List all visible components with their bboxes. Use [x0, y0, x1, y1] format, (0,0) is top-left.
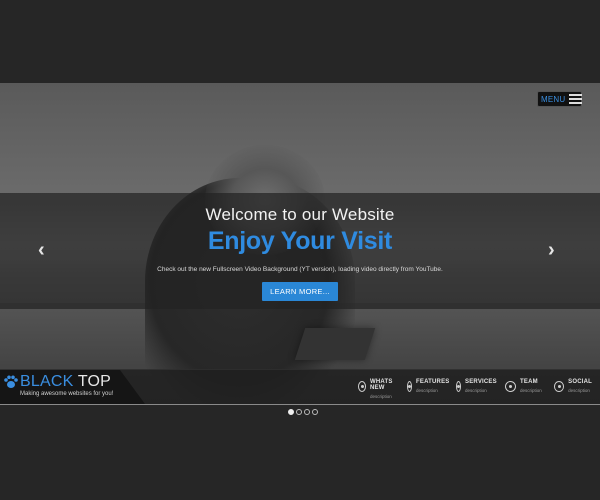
footer-nav: WHATS NEW description FEATURES descripti… [358, 379, 592, 399]
hero-slider: MENU Welcome to our Website Enjoy Your V… [0, 83, 600, 405]
nav-item-title: FEATURES [416, 379, 450, 385]
brand-logo-text: BLACK TOP [20, 373, 111, 391]
brand-tagline: Making awesome websites for you! [20, 391, 114, 397]
slider-dot[interactable] [304, 409, 310, 415]
slider-dot[interactable] [312, 409, 318, 415]
nav-item-title: SERVICES [465, 379, 497, 385]
eye-icon [358, 381, 366, 392]
nav-item-whats-new[interactable]: WHATS NEW description [358, 379, 396, 399]
nav-item-sub: description [370, 394, 392, 399]
menu-button[interactable]: MENU [537, 91, 583, 107]
slider-pagination [288, 409, 318, 415]
brand-name-part2: TOP [73, 373, 112, 390]
nav-item-social[interactable]: SOCIAL description [554, 379, 592, 399]
slide-description: Check out the new Fullscreen Video Backg… [157, 266, 443, 273]
slide-caption: Welcome to our Website Enjoy Your Visit … [0, 193, 600, 301]
brand-block[interactable]: BLACK TOP Making awesome websites for yo… [0, 370, 145, 404]
nav-item-team[interactable]: TEAM description [505, 379, 543, 399]
welcome-heading: Welcome to our Website [205, 205, 395, 224]
chevron-right-icon[interactable]: › [548, 240, 562, 260]
nav-item-features[interactable]: FEATURES description [407, 379, 449, 399]
eye-icon [554, 381, 565, 392]
slider-dot[interactable] [288, 409, 294, 415]
nav-item-sub: description [416, 388, 438, 393]
nav-item-title: TEAM [520, 379, 538, 385]
nav-item-title: WHATS NEW [370, 379, 393, 391]
nav-item-sub: description [465, 388, 487, 393]
paw-icon [4, 375, 18, 388]
nav-item-title: SOCIAL [568, 379, 592, 385]
nav-item-sub: description [568, 388, 590, 393]
hamburger-icon [569, 94, 583, 104]
nav-item-services[interactable]: SERVICES description [456, 379, 497, 399]
slider-dot[interactable] [296, 409, 302, 415]
learn-more-button[interactable]: LEARN MORE... [262, 282, 338, 301]
headline: Enjoy Your Visit [207, 227, 393, 255]
footer-bar: BLACK TOP Making awesome websites for yo… [0, 369, 600, 405]
eye-icon [456, 381, 461, 392]
menu-label: MENU [541, 94, 566, 104]
background-photo-book [294, 328, 376, 360]
eye-icon [505, 381, 516, 392]
eye-icon [407, 381, 412, 392]
brand-name-part1: BLACK [20, 373, 74, 390]
caption-band: Welcome to our Website Enjoy Your Visit … [0, 193, 600, 309]
nav-item-sub: description [520, 388, 542, 393]
chevron-left-icon[interactable]: ‹ [38, 240, 52, 260]
